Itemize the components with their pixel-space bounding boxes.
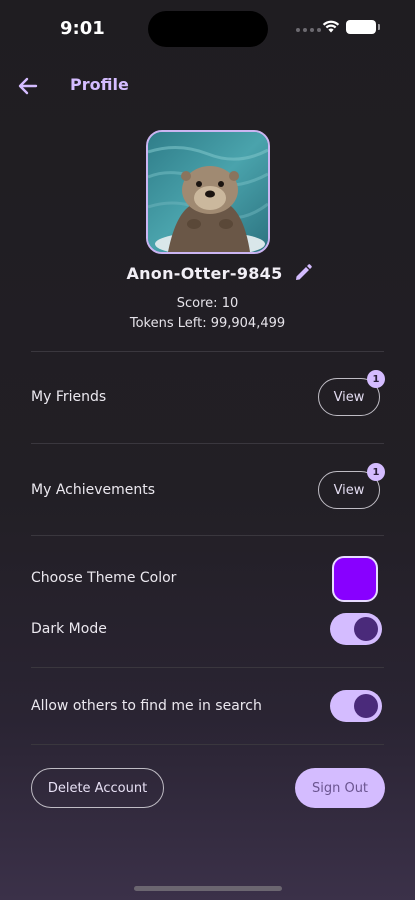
profile-stats: Score: 10 Tokens Left: 99,904,499 (0, 294, 415, 334)
signal-icon (296, 28, 321, 32)
achievements-label: My Achievements (31, 482, 156, 498)
friends-label: My Friends (31, 389, 107, 405)
back-button[interactable] (16, 74, 40, 98)
battery-icon (346, 20, 380, 34)
divider (31, 535, 384, 536)
pencil-icon[interactable] (293, 263, 313, 283)
delete-account-button[interactable]: Delete Account (31, 768, 164, 808)
tokens-value: 99,904,499 (210, 316, 286, 331)
status-bar: 9:01 (0, 0, 415, 56)
score-value: 10 (221, 296, 239, 311)
tokens-line: Tokens Left: 99,904,499 (0, 314, 415, 334)
divider (31, 667, 384, 668)
sea-otter-photo (148, 132, 268, 252)
divider (31, 744, 384, 745)
friends-badge: 1 (367, 370, 385, 388)
header: Profile (0, 70, 415, 100)
toggle-knob (354, 617, 378, 641)
sign-out-button[interactable]: Sign Out (295, 768, 385, 808)
toggle-knob (354, 694, 378, 718)
status-time: 9:01 (60, 18, 105, 39)
dark-mode-toggle[interactable] (330, 613, 382, 645)
divider (31, 351, 384, 352)
username-row: Anon-Otter-9845 (0, 263, 415, 283)
arrow-left-icon (18, 77, 38, 95)
username: Anon-Otter-9845 (126, 263, 283, 283)
dark-mode-label: Dark Mode (31, 621, 107, 637)
divider (31, 443, 384, 444)
search-visibility-toggle[interactable] (330, 690, 382, 722)
dynamic-island (148, 11, 268, 47)
page-title: Profile (70, 75, 129, 94)
wifi-icon (322, 20, 340, 33)
score-line: Score: 10 (0, 294, 415, 314)
score-label: Score: (176, 296, 218, 311)
theme-color-label: Choose Theme Color (31, 570, 177, 586)
avatar (146, 130, 270, 254)
search-visibility-label: Allow others to find me in search (31, 698, 262, 714)
achievements-badge: 1 (367, 463, 385, 481)
theme-color-swatch[interactable] (332, 556, 378, 602)
home-indicator[interactable] (134, 886, 282, 891)
tokens-label: Tokens Left: (129, 316, 207, 331)
